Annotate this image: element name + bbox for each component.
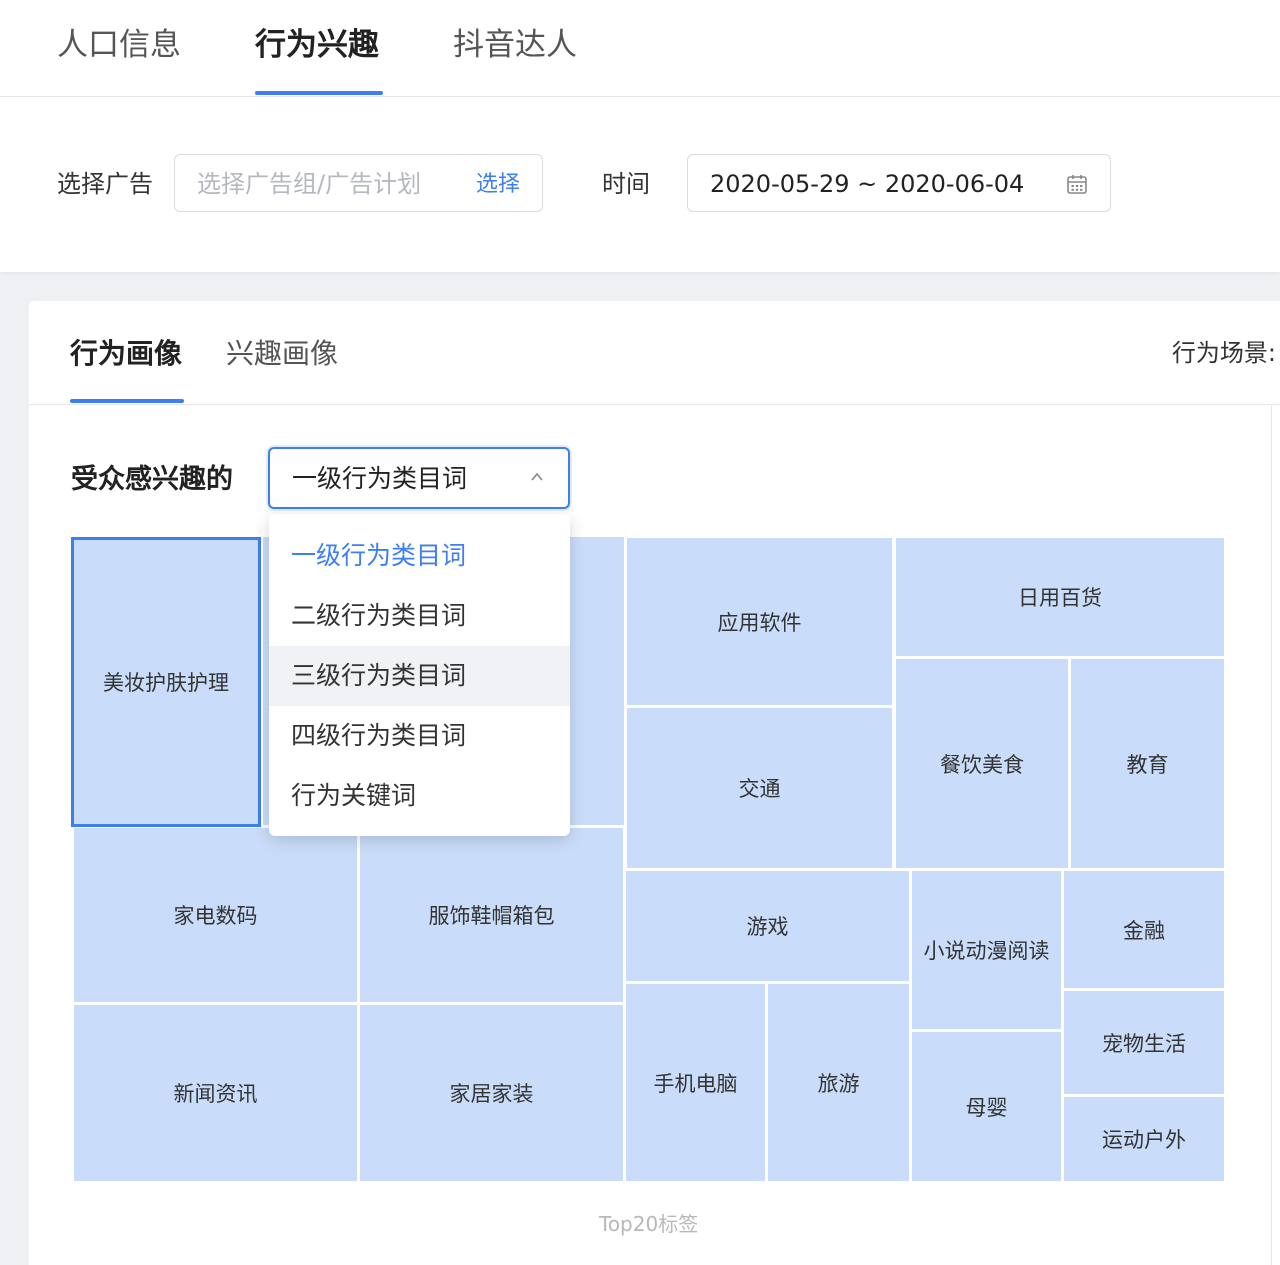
treemap-label: 餐饮美食 — [940, 752, 1024, 777]
treemap-label: 运动户外 — [1102, 1128, 1186, 1152]
chevron-up-icon — [531, 472, 543, 481]
card-active-tab-indicator — [70, 399, 184, 403]
treemap-label: 宠物生活 — [1102, 1031, 1186, 1056]
category-level-select[interactable]: 一级行为类目词 — [268, 447, 570, 509]
ad-select-label: 选择广告 — [57, 170, 153, 198]
interest-label: 受众感兴趣的 — [71, 464, 233, 495]
dropdown-option-keyword[interactable]: 行为关键词 — [269, 766, 570, 826]
treemap-cell-outdoor[interactable]: 运动户外 — [1064, 1097, 1224, 1181]
date-range-value: 2020-05-29 ~ 2020-06-04 — [710, 170, 1025, 198]
treemap-caption: Top20标签 — [599, 1212, 699, 1236]
treemap-cell-daily-goods[interactable]: 日用百货 — [896, 538, 1224, 656]
ad-select-button[interactable]: 选择 — [476, 171, 520, 199]
top-tab-bar: 人口信息 行为兴趣 抖音达人 — [0, 0, 1280, 97]
treemap-label: 母婴 — [965, 1095, 1008, 1120]
treemap-cell-apps[interactable]: 应用软件 — [627, 538, 892, 705]
treemap-label: 游戏 — [746, 915, 789, 939]
treemap-label: 金融 — [1123, 918, 1165, 943]
treemap-label: 家居家装 — [449, 1082, 534, 1106]
dropdown-option-level4[interactable]: 四级行为类目词 — [269, 706, 570, 766]
treemap-cell-education[interactable]: 教育 — [1071, 659, 1224, 868]
active-tab-indicator — [255, 91, 383, 95]
treemap-label: 手机电脑 — [653, 1071, 738, 1096]
treemap-label: 服饰鞋帽箱包 — [428, 904, 555, 928]
treemap-cell-electronics[interactable]: 家电数码 — [74, 828, 357, 1002]
tab-population-info[interactable]: 人口信息 — [57, 22, 181, 68]
treemap-label: 小说动漫阅读 — [923, 939, 1050, 963]
scrollbar[interactable] — [1271, 406, 1280, 1265]
behavior-scene-label: 行为场景: — [1171, 339, 1276, 367]
dropdown-option-level2[interactable]: 二级行为类目词 — [269, 586, 570, 646]
treemap-label: 家电数码 — [173, 904, 258, 928]
treemap-cell-news[interactable]: 新闻资讯 — [74, 1005, 357, 1181]
filter-bar: 选择广告 选择广告组/广告计划 选择 时间 2020-05-29 ~ 2020-… — [0, 97, 1280, 272]
treemap-cell-beauty[interactable]: 美妆护肤护理 — [71, 537, 261, 827]
treemap-label: 教育 — [1126, 752, 1169, 777]
treemap-label: 新闻资讯 — [173, 1082, 258, 1106]
calendar-icon[interactable] — [1066, 173, 1088, 195]
tab-interest-portrait[interactable]: 兴趣画像 — [226, 334, 338, 374]
date-range-picker[interactable]: 2020-05-29 ~ 2020-06-04 — [687, 154, 1111, 212]
category-level-dropdown: 一级行为类目词 二级行为类目词 三级行为类目词 四级行为类目词 行为关键词 — [269, 514, 570, 836]
treemap-cell-transport[interactable]: 交通 — [627, 708, 892, 868]
tab-behavior-interest[interactable]: 行为兴趣 — [255, 22, 379, 68]
tab-behavior-portrait[interactable]: 行为画像 — [70, 334, 182, 374]
treemap-cell-apparel[interactable]: 服饰鞋帽箱包 — [360, 828, 623, 1002]
treemap-label: 日用百货 — [1018, 586, 1102, 610]
dropdown-option-level3[interactable]: 三级行为类目词 — [269, 646, 570, 706]
tab-douyin-influencer[interactable]: 抖音达人 — [453, 22, 577, 68]
time-label: 时间 — [602, 170, 650, 198]
category-level-value: 一级行为类目词 — [292, 464, 468, 493]
treemap-cell-phones[interactable]: 手机电脑 — [626, 984, 765, 1181]
treemap-label: 交通 — [738, 777, 781, 801]
treemap-cell-home[interactable]: 家居家装 — [360, 1005, 623, 1181]
treemap-label: 应用软件 — [717, 610, 802, 635]
card-tab-bar: 行为画像 兴趣画像 行为场景: — [29, 301, 1280, 405]
treemap-cell-food[interactable]: 餐饮美食 — [896, 659, 1068, 868]
treemap-cell-games[interactable]: 游戏 — [626, 871, 909, 981]
ad-select-placeholder: 选择广告组/广告计划 — [197, 170, 422, 198]
treemap-cell-pets[interactable]: 宠物生活 — [1064, 991, 1224, 1094]
treemap-cell-reading[interactable]: 小说动漫阅读 — [912, 871, 1061, 1029]
dropdown-option-level1[interactable]: 一级行为类目词 — [269, 526, 570, 586]
behavior-card: 行为画像 兴趣画像 行为场景: 受众感兴趣的 一级行为类目词 美妆护肤护理 应用… — [29, 301, 1280, 1265]
treemap-cell-baby[interactable]: 母婴 — [912, 1032, 1061, 1181]
ad-select-field[interactable]: 选择广告组/广告计划 选择 — [174, 154, 543, 212]
treemap-label: 美妆护肤护理 — [103, 671, 229, 695]
treemap-cell-finance[interactable]: 金融 — [1064, 871, 1224, 988]
treemap-label: 旅游 — [817, 1071, 860, 1096]
treemap-cell-travel[interactable]: 旅游 — [768, 984, 909, 1181]
